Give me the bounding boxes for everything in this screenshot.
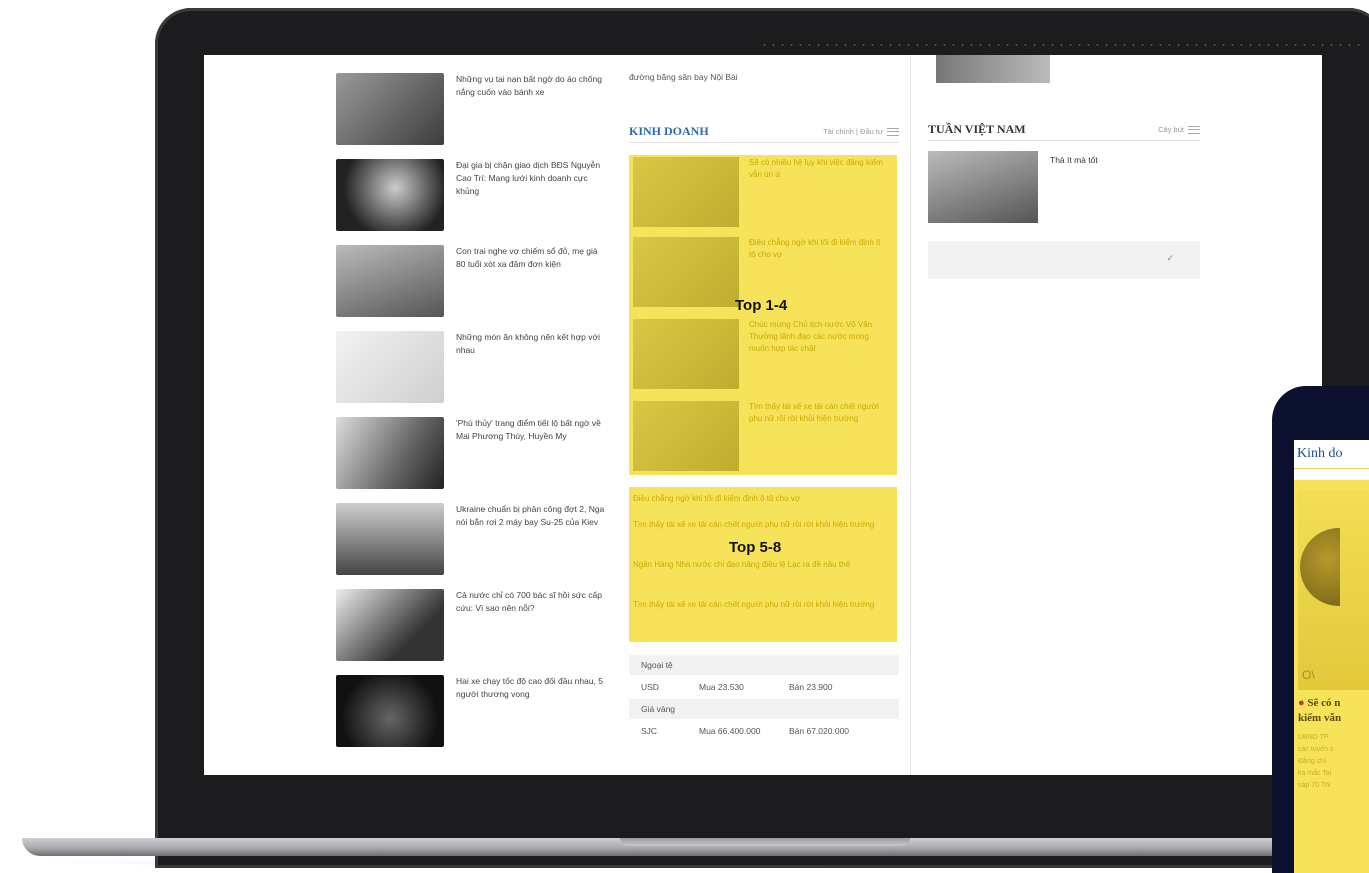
check-icon: ✓ <box>1166 253 1174 263</box>
list-item[interactable]: Tìm thấy tài xế xe tải cán chết người ph… <box>633 401 891 473</box>
news-title[interactable]: Tìm thấy tài xế xe tải cán chết người ph… <box>633 599 891 611</box>
news-title[interactable]: Con trai nghe vợ chiếm sổ đỏ, mẹ già 80 … <box>456 245 606 331</box>
buy-rate: Mua 66.400.000 <box>699 726 761 736</box>
section-header: TUẦN VIỆT NAM Cây bút <box>928 119 1200 141</box>
news-title[interactable]: Đại gia bị chặn giao dịch BĐS Nguyễn Cao… <box>456 159 606 245</box>
news-title[interactable]: Thả ít mà tốt <box>1050 155 1098 165</box>
menu-icon[interactable] <box>887 127 899 136</box>
news-thumbnail[interactable] <box>633 237 739 307</box>
news-title[interactable]: Chúc mừng Chủ tịch nước Võ Văn Thưởng lã… <box>749 319 889 355</box>
list-item[interactable]: Sẽ có nhiều hệ lụy khi việc đăng kiểm vẫ… <box>633 157 891 229</box>
list-item[interactable]: Đại gia bị chặn giao dịch BĐS Nguyễn Cao… <box>336 159 616 245</box>
news-title[interactable]: đường băng sân bay Nội Bài <box>629 71 889 83</box>
buy-rate: Mua 23.530 <box>699 682 744 692</box>
headline-line-2: kiểm vẫn <box>1298 712 1342 724</box>
news-headline[interactable]: ● Sẽ có n kiểm vẫn <box>1298 696 1341 726</box>
annotation-label: Top 1-4 <box>735 297 788 314</box>
currency-code: USD <box>641 682 659 692</box>
section-title[interactable]: TUẦN VIỆT NAM <box>928 122 1026 137</box>
top-1-4-highlight: Sẽ có nhiều hệ lụy khi việc đăng kiểm vẫ… <box>629 155 897 475</box>
news-list-left: Những vụ tai nạn bất ngờ do áo chống nắn… <box>336 73 616 761</box>
gold-code: SJC <box>641 726 658 736</box>
subnav-links[interactable]: Cây bút <box>1158 125 1184 134</box>
sell-rate: Bán 67.020.000 <box>789 726 850 736</box>
news-thumbnail[interactable] <box>928 151 1038 223</box>
news-title[interactable]: Điều chẳng ngờ khi tôi đi kiểm định ô tô… <box>633 493 891 505</box>
summary-line: UBND TP <box>1298 734 1329 741</box>
section-subnav: Cây bút <box>1158 125 1200 134</box>
table-row: SJC Mua 66.400.000 Bán 67.020.000 <box>629 719 899 743</box>
laptop-notch <box>620 838 910 846</box>
gold-header: Giá vàng <box>629 699 899 719</box>
news-thumbnail[interactable] <box>633 319 739 389</box>
news-thumbnail[interactable] <box>336 73 444 145</box>
laptop-screen: Những vụ tai nạn bất ngờ do áo chống nắn… <box>204 55 1322 775</box>
news-thumbnail[interactable] <box>633 401 739 471</box>
news-thumbnail[interactable] <box>336 245 444 317</box>
table-row: USD Mua 23.530 Bán 23.900 <box>629 675 899 699</box>
section-subnav: Tài chính | Đầu tư <box>823 127 899 136</box>
summary-line: Đăng chí <box>1298 758 1327 765</box>
subnav-links[interactable]: Tài chính | Đầu tư <box>823 127 883 136</box>
menu-icon[interactable] <box>1188 125 1200 134</box>
phone-screen: Kinh do O\ ● Sẽ có n kiểm vẫn UBND TP cá… <box>1294 440 1369 873</box>
news-title[interactable]: Những vụ tai nạn bất ngờ do áo chống nắn… <box>456 73 606 159</box>
list-item[interactable]: Những vụ tai nạn bất ngờ do áo chống nắn… <box>336 73 616 159</box>
headline-line-1: Sẽ có n <box>1307 697 1341 709</box>
list-item[interactable]: Những món ăn không nên kết hợp với nhau <box>336 331 616 417</box>
list-item[interactable]: 'Phù thủy' trang điểm tiết lộ bất ngờ về… <box>336 417 616 503</box>
annotation-label: Top 5-8 <box>729 539 782 556</box>
rates-table: Ngoại tệ USD Mua 23.530 Bán 23.900 Giá v… <box>629 655 899 743</box>
news-thumbnail[interactable] <box>336 675 444 747</box>
news-thumbnail[interactable] <box>336 331 444 403</box>
news-title[interactable]: Hai xe chạy tốc độ cao đối đầu nhau, 5 n… <box>456 675 606 761</box>
camera-dots <box>760 44 1360 46</box>
news-title[interactable]: Những món ăn không nên kết hợp với nhau <box>456 331 606 417</box>
news-title[interactable]: Sẽ có nhiều hệ lụy khi việc đăng kiểm vẫ… <box>749 157 889 181</box>
news-thumbnail[interactable] <box>633 157 739 227</box>
news-title[interactable]: 'Phù thủy' trang điểm tiết lộ bất ngờ về… <box>456 417 606 503</box>
news-title[interactable]: Ukraine chuẩn bị phản công đợt 2, Nga nó… <box>456 503 606 589</box>
list-item[interactable]: Con trai nghe vợ chiếm sổ đỏ, mẹ già 80 … <box>336 245 616 331</box>
news-title[interactable]: Điều chẳng ngờ khi tôi đi kiểm định ô tô… <box>749 237 889 261</box>
summary-line: sáp 70 Thi <box>1298 782 1331 789</box>
section-header: KINH DOANH Tài chính | Đầu tư <box>629 121 899 143</box>
news-title[interactable]: Cả nước chỉ có 700 bác sĩ hồi sức cấp cứ… <box>456 589 606 675</box>
fx-header: Ngoại tệ <box>629 655 899 675</box>
business-column: đường băng sân bay Nội Bài KINH DOANH Tà… <box>629 55 911 775</box>
list-item[interactable]: Ukraine chuẩn bị phản công đợt 2, Nga nó… <box>336 503 616 589</box>
news-summary: UBND TP các tuyến s Đăng chí ka mắc Tai … <box>1298 732 1333 792</box>
list-item[interactable]: Chúc mừng Chủ tịch nước Võ Văn Thưởng lã… <box>633 319 891 391</box>
phone-section-title[interactable]: Kinh do <box>1297 446 1343 462</box>
news-thumbnail[interactable] <box>336 503 444 575</box>
news-thumbnail[interactable] <box>336 417 444 489</box>
sell-rate: Bán 23.900 <box>789 682 833 692</box>
news-thumbnail[interactable] <box>336 589 444 661</box>
flame-icon: ● <box>1298 697 1305 709</box>
top-5-8-highlight: Điều chẳng ngờ khi tôi đi kiểm định ô tô… <box>629 487 897 642</box>
section-title[interactable]: KINH DOANH <box>629 124 709 139</box>
info-box: ✓ <box>928 241 1200 279</box>
summary-line: ka mắc Tai <box>1298 770 1332 777</box>
divider <box>1294 468 1369 469</box>
list-item[interactable]: Cả nước chỉ có 700 bác sĩ hồi sức cấp cứ… <box>336 589 616 675</box>
thumbnail-detail: O\ <box>1302 668 1315 682</box>
news-title[interactable]: Tìm thấy tài xế xe tải cán chết người ph… <box>633 519 891 531</box>
news-title[interactable]: Ngân Hàng Nhà nước chỉ đạo nâng điều lệ … <box>633 559 891 571</box>
news-thumbnail[interactable] <box>336 159 444 231</box>
list-item[interactable]: Hai xe chạy tốc độ cao đối đầu nhau, 5 n… <box>336 675 616 761</box>
summary-line: các tuyến s <box>1298 746 1334 753</box>
news-thumbnail[interactable] <box>936 55 1050 83</box>
news-title[interactable]: Tìm thấy tài xế xe tải cán chết người ph… <box>749 401 889 425</box>
